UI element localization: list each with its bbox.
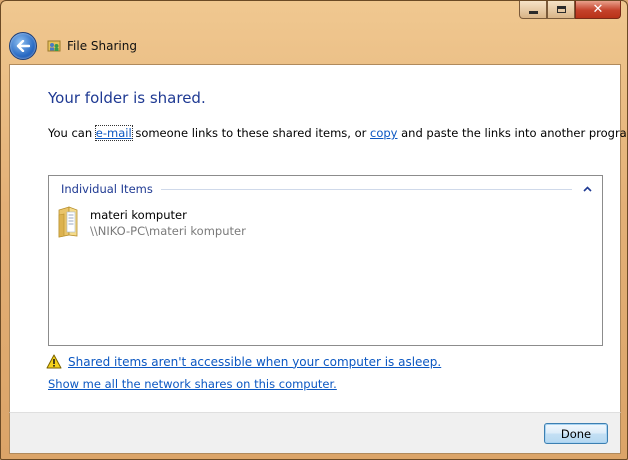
shared-items-list[interactable]: Individual Items materi komputer \\NIKO-…	[48, 175, 603, 346]
collapse-group-button[interactable]	[580, 182, 594, 196]
minimize-icon	[528, 11, 538, 14]
maximize-icon	[556, 6, 566, 13]
list-item[interactable]: materi komputer \\NIKO-PC\materi kompute…	[55, 206, 246, 238]
intro-suffix: and paste the links into another program…	[397, 126, 628, 140]
intro-text: You can e-mail someone links to these sh…	[48, 125, 628, 141]
window-frame: ✕ File Sharing Your folder is shared. Yo…	[0, 0, 628, 460]
caption-buttons: ✕	[519, 1, 621, 19]
intro-middle: someone links to these shared items, or	[131, 126, 371, 140]
close-button[interactable]: ✕	[575, 1, 621, 19]
footer-bar: Done	[9, 412, 621, 454]
network-shares-link[interactable]: Show me all the network shares on this c…	[48, 377, 337, 391]
folder-icon	[58, 206, 78, 238]
minimize-button[interactable]	[519, 1, 547, 19]
back-button[interactable]	[9, 32, 37, 60]
warning-row: Shared items aren't accessible when your…	[46, 354, 441, 369]
content-pane: Your folder is shared. You can e-mail so…	[9, 64, 627, 413]
maximize-button[interactable]	[547, 1, 575, 19]
group-divider	[160, 188, 572, 190]
group-header[interactable]: Individual Items	[61, 181, 594, 197]
title-bar: File Sharing	[9, 31, 137, 61]
sleep-warning-link[interactable]: Shared items aren't accessible when your…	[68, 355, 441, 369]
chevron-up-icon	[582, 186, 592, 192]
done-button[interactable]: Done	[544, 423, 608, 444]
sharing-icon	[47, 40, 61, 52]
page-heading: Your folder is shared.	[48, 89, 206, 107]
item-name: materi komputer	[90, 208, 187, 222]
window-title: File Sharing	[67, 39, 137, 53]
intro-prefix: You can	[48, 126, 96, 140]
back-arrow-icon	[16, 40, 30, 52]
item-path: \\NIKO-PC\materi komputer	[90, 224, 246, 238]
copy-link[interactable]: copy	[370, 126, 397, 140]
close-icon: ✕	[592, 2, 604, 17]
warning-icon	[46, 354, 62, 369]
email-link[interactable]: e-mail	[94, 125, 133, 141]
group-title: Individual Items	[61, 182, 153, 196]
